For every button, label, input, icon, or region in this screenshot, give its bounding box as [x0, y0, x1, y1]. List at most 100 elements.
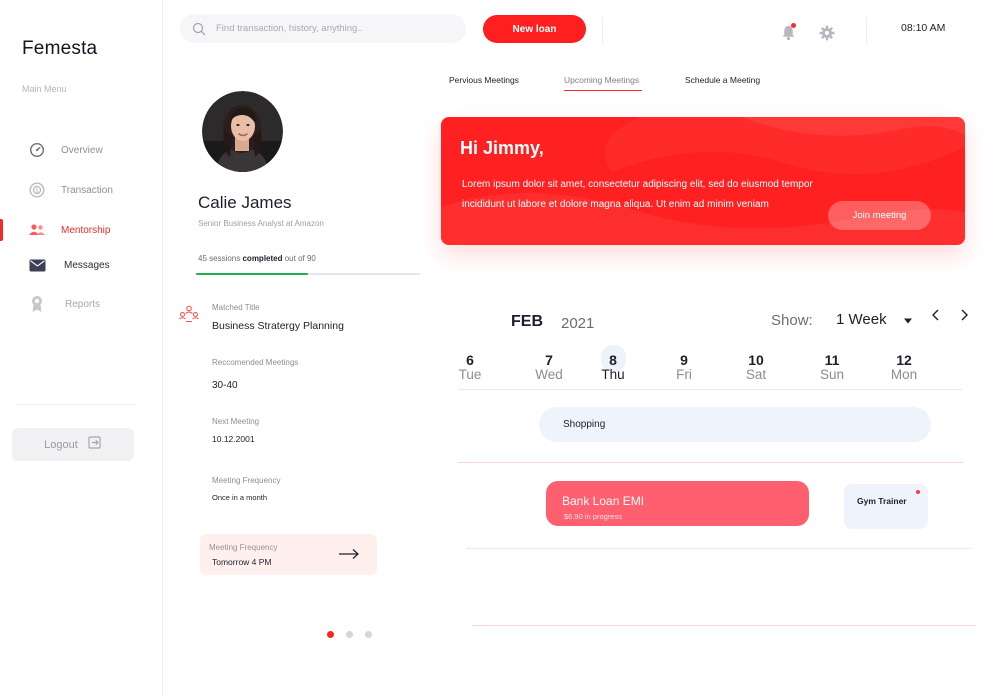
coin-icon: $ — [28, 182, 46, 198]
show-label: Show: — [771, 312, 813, 329]
app-window: Femesta Main Menu Overview $ Transaction… — [0, 0, 998, 696]
mail-icon — [28, 257, 46, 273]
day-column[interactable]: 12 Mon — [884, 352, 924, 382]
carousel-dot[interactable] — [365, 631, 372, 638]
active-tab-indicator — [564, 90, 642, 91]
sidebar-item-label: Mentorship — [61, 224, 111, 236]
brand-logo: Femesta — [22, 38, 98, 59]
next-meeting-label: Next Meeting — [212, 417, 260, 426]
meeting-frequency-value: Once in a month — [212, 493, 268, 502]
users-icon — [28, 222, 46, 238]
event-shopping[interactable]: Shopping — [539, 407, 931, 442]
day-number: 10 — [748, 352, 764, 368]
event-title: Bank Loan EMI — [562, 494, 645, 508]
day-column[interactable]: 6 Tue — [450, 352, 490, 382]
sessions-total: out of 90 — [284, 254, 316, 263]
day-number: 7 — [545, 352, 553, 368]
event-subtitle: $6.90 in progress — [564, 512, 622, 521]
avatar — [202, 91, 283, 172]
welcome-banner: Hi Jimmy, Lorem ipsum dolor sit amet, co… — [441, 117, 965, 245]
day-column-today[interactable]: 8 Thu — [593, 352, 633, 382]
chevron-right-icon[interactable] — [958, 308, 970, 322]
next-meeting-card[interactable]: Meeting Frequency Tomorrow 4 PM — [200, 534, 377, 575]
day-number: 6 — [466, 352, 474, 368]
sidebar-item-messages[interactable]: Messages — [0, 250, 162, 280]
calendar-grid-line — [458, 389, 962, 390]
sessions-summary: 45 sessions completed out of 90 — [198, 254, 316, 263]
event-bank-loan[interactable]: Bank Loan EMI $6.90 in progress — [546, 481, 809, 526]
team-match-icon — [178, 305, 200, 323]
join-meeting-button[interactable]: Join meeting — [828, 201, 931, 230]
award-icon — [28, 296, 46, 312]
tab-upcoming-meetings[interactable]: Upcoming Meetings — [564, 75, 639, 85]
event-indicator-dot — [916, 490, 920, 494]
profile-name: Calie James — [198, 193, 292, 212]
banner-message-line2: incididunt ut labore et dolore magna ali… — [462, 199, 769, 210]
event-title: Gym Trainer — [857, 496, 907, 506]
logout-label: Logout — [44, 438, 78, 451]
banner-greeting: Hi Jimmy, — [460, 138, 544, 158]
logout-button[interactable]: Logout — [12, 428, 134, 461]
day-weekday: Tue — [458, 367, 482, 382]
arrow-right-icon — [338, 547, 360, 559]
sessions-status: completed — [242, 254, 283, 263]
sidebar-item-overview[interactable]: Overview — [0, 135, 162, 165]
caret-down-icon[interactable] — [903, 312, 913, 324]
notifications-button[interactable] — [781, 23, 797, 45]
day-column[interactable]: 9 Fri — [664, 352, 704, 382]
day-weekday: Wed — [535, 367, 563, 382]
day-weekday: Sun — [819, 367, 845, 382]
day-weekday: Mon — [890, 367, 918, 382]
day-column[interactable]: 10 Sat — [736, 352, 776, 382]
tab-previous-meetings[interactable]: Pervious Meetings — [449, 75, 519, 85]
calendar-year: 2021 — [561, 315, 595, 332]
calendar-grid-line — [472, 625, 976, 626]
banner-message-line1: Lorem ipsum dolor sit amet, consectetur … — [462, 179, 813, 190]
sidebar-divider — [16, 404, 136, 405]
search-bar[interactable] — [180, 14, 466, 43]
recommended-meetings-label: Reccomended Meetings — [212, 358, 299, 367]
recommended-meetings-value: 30-40 — [212, 380, 238, 391]
search-icon — [192, 22, 206, 36]
day-weekday: Fri — [676, 367, 692, 382]
sessions-progress-fill — [196, 273, 308, 275]
sidebar-item-reports[interactable]: Reports — [0, 289, 162, 319]
clock: 08:10 AM — [901, 22, 946, 34]
new-loan-button[interactable]: New loan — [483, 15, 586, 43]
day-weekday: Sat — [745, 367, 767, 382]
gear-icon — [819, 25, 835, 45]
sidebar-item-label: Reports — [65, 298, 101, 310]
event-title: Shopping — [563, 419, 606, 430]
notification-badge — [791, 23, 796, 28]
sidebar: Femesta Main Menu Overview $ Transaction… — [0, 0, 163, 696]
bell-icon — [781, 26, 796, 45]
sessions-progress-bar — [196, 273, 420, 275]
day-number: 8 — [609, 352, 617, 368]
settings-button[interactable] — [819, 25, 835, 41]
sidebar-item-mentorship[interactable]: Mentorship — [0, 215, 162, 245]
day-weekday: Thu — [601, 367, 625, 382]
matched-title-label: Matched Title — [212, 303, 260, 312]
tab-schedule-meeting[interactable]: Schedule a Meeting — [685, 75, 760, 85]
next-meeting-value: 10.12.2001 — [212, 434, 255, 444]
day-column[interactable]: 11 Sun — [812, 352, 852, 382]
sidebar-item-label: Overview — [61, 144, 103, 156]
calendar-month: FEB — [511, 313, 543, 330]
card-label: Meeting Frequency — [209, 543, 278, 552]
sessions-count: 45 sessions — [198, 254, 241, 263]
svg-text:$: $ — [35, 187, 39, 194]
chevron-left-icon[interactable] — [930, 308, 942, 322]
day-number: 11 — [824, 352, 840, 368]
sidebar-item-label: Transaction — [61, 184, 113, 196]
carousel-dot[interactable] — [346, 631, 353, 638]
search-input[interactable] — [216, 23, 456, 34]
menu-caption: Main Menu — [22, 84, 67, 94]
sidebar-item-transaction[interactable]: $ Transaction — [0, 175, 162, 205]
card-value: Tomorrow 4 PM — [212, 557, 272, 567]
range-select[interactable]: 1 Week — [836, 311, 887, 328]
logout-icon — [88, 435, 102, 454]
event-gym-trainer[interactable]: Gym Trainer — [844, 484, 928, 529]
sidebar-item-label: Messages — [64, 259, 110, 271]
day-column[interactable]: 7 Wed — [529, 352, 569, 382]
carousel-dot[interactable] — [327, 631, 334, 638]
